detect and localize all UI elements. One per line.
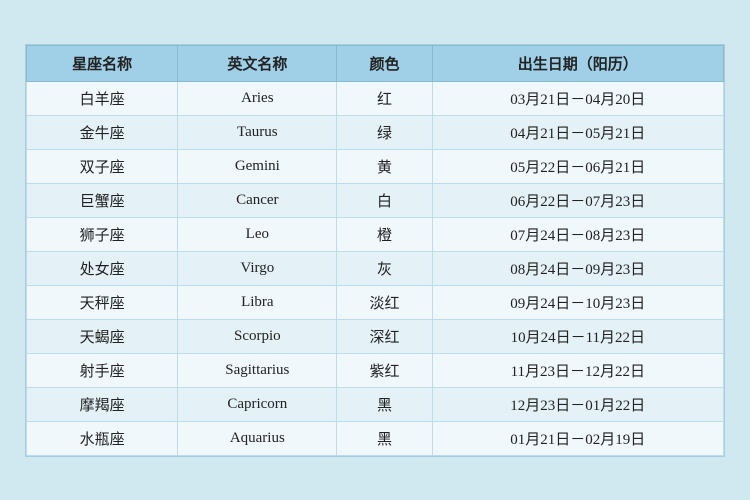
cell-chinese-name: 金牛座	[27, 115, 178, 149]
table-row: 射手座Sagittarius紫红11月23日－12月22日	[27, 353, 724, 387]
cell-dates: 12月23日－01月22日	[432, 387, 723, 421]
cell-english-name: Capricorn	[178, 387, 337, 421]
header-english-name: 英文名称	[178, 45, 337, 81]
cell-english-name: Sagittarius	[178, 353, 337, 387]
cell-dates: 11月23日－12月22日	[432, 353, 723, 387]
cell-english-name: Libra	[178, 285, 337, 319]
cell-dates: 09月24日－10月23日	[432, 285, 723, 319]
table-row: 天秤座Libra淡红09月24日－10月23日	[27, 285, 724, 319]
cell-dates: 10月24日－11月22日	[432, 319, 723, 353]
zodiac-table: 星座名称 英文名称 颜色 出生日期（阳历） 白羊座Aries红03月21日－04…	[26, 45, 724, 456]
cell-chinese-name: 天秤座	[27, 285, 178, 319]
table-row: 摩羯座Capricorn黑12月23日－01月22日	[27, 387, 724, 421]
header-dates: 出生日期（阳历）	[432, 45, 723, 81]
cell-color: 深红	[337, 319, 432, 353]
cell-color: 紫红	[337, 353, 432, 387]
cell-chinese-name: 白羊座	[27, 81, 178, 115]
table-row: 处女座Virgo灰08月24日－09月23日	[27, 251, 724, 285]
table-body: 白羊座Aries红03月21日－04月20日金牛座Taurus绿04月21日－0…	[27, 81, 724, 455]
cell-color: 淡红	[337, 285, 432, 319]
cell-dates: 04月21日－05月21日	[432, 115, 723, 149]
cell-chinese-name: 摩羯座	[27, 387, 178, 421]
cell-dates: 07月24日－08月23日	[432, 217, 723, 251]
cell-color: 红	[337, 81, 432, 115]
cell-color: 黄	[337, 149, 432, 183]
cell-chinese-name: 处女座	[27, 251, 178, 285]
cell-english-name: Aquarius	[178, 421, 337, 455]
cell-dates: 06月22日－07月23日	[432, 183, 723, 217]
cell-dates: 03月21日－04月20日	[432, 81, 723, 115]
cell-chinese-name: 射手座	[27, 353, 178, 387]
cell-english-name: Taurus	[178, 115, 337, 149]
cell-english-name: Gemini	[178, 149, 337, 183]
table-row: 白羊座Aries红03月21日－04月20日	[27, 81, 724, 115]
cell-english-name: Virgo	[178, 251, 337, 285]
cell-english-name: Leo	[178, 217, 337, 251]
cell-chinese-name: 天蝎座	[27, 319, 178, 353]
table-row: 水瓶座Aquarius黑01月21日－02月19日	[27, 421, 724, 455]
table-row: 巨蟹座Cancer白06月22日－07月23日	[27, 183, 724, 217]
table-row: 金牛座Taurus绿04月21日－05月21日	[27, 115, 724, 149]
zodiac-table-container: 星座名称 英文名称 颜色 出生日期（阳历） 白羊座Aries红03月21日－04…	[25, 44, 725, 457]
cell-english-name: Cancer	[178, 183, 337, 217]
cell-color: 黑	[337, 421, 432, 455]
table-row: 双子座Gemini黄05月22日－06月21日	[27, 149, 724, 183]
table-row: 狮子座Leo橙07月24日－08月23日	[27, 217, 724, 251]
table-header-row: 星座名称 英文名称 颜色 出生日期（阳历）	[27, 45, 724, 81]
header-color: 颜色	[337, 45, 432, 81]
cell-color: 绿	[337, 115, 432, 149]
table-row: 天蝎座Scorpio深红10月24日－11月22日	[27, 319, 724, 353]
cell-chinese-name: 狮子座	[27, 217, 178, 251]
header-chinese-name: 星座名称	[27, 45, 178, 81]
cell-chinese-name: 水瓶座	[27, 421, 178, 455]
cell-color: 灰	[337, 251, 432, 285]
cell-chinese-name: 巨蟹座	[27, 183, 178, 217]
cell-dates: 05月22日－06月21日	[432, 149, 723, 183]
cell-english-name: Scorpio	[178, 319, 337, 353]
cell-dates: 01月21日－02月19日	[432, 421, 723, 455]
cell-dates: 08月24日－09月23日	[432, 251, 723, 285]
cell-chinese-name: 双子座	[27, 149, 178, 183]
cell-english-name: Aries	[178, 81, 337, 115]
cell-color: 黑	[337, 387, 432, 421]
cell-color: 白	[337, 183, 432, 217]
cell-color: 橙	[337, 217, 432, 251]
